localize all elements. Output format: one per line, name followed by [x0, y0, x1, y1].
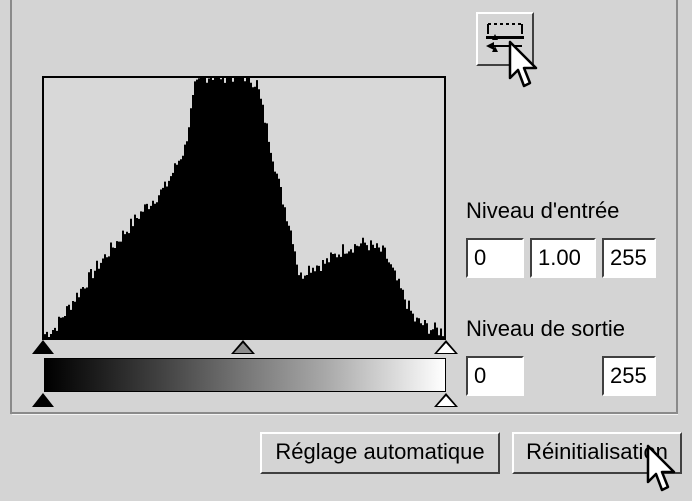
output-shadow-slider[interactable]	[32, 393, 54, 407]
histogram-fill	[44, 78, 444, 338]
output-shadow-field[interactable]: 0	[466, 356, 524, 396]
input-highlight-field[interactable]: 255	[602, 238, 656, 278]
output-highlight-field[interactable]: 255	[602, 356, 656, 396]
input-shadow-slider[interactable]	[32, 340, 54, 354]
input-level-label: Niveau d'entrée	[466, 198, 620, 223]
output-level-label: Niveau de sortie	[466, 316, 625, 341]
histogram-display	[42, 76, 446, 340]
auto-adjust-button[interactable]: Réglage automatique	[260, 432, 500, 474]
pointer-cursor-icon	[508, 40, 538, 88]
input-highlight-slider[interactable]	[434, 340, 458, 354]
panel-border-right	[676, 0, 678, 414]
panel-border-left	[10, 0, 12, 414]
input-midtone-slider[interactable]	[231, 340, 255, 354]
output-highlight-slider[interactable]	[434, 393, 458, 407]
output-gradient-bar	[44, 358, 446, 392]
pointer-cursor-icon	[646, 444, 676, 492]
input-shadow-field[interactable]: 0	[466, 238, 524, 278]
input-gamma-field[interactable]: 1.00	[530, 238, 596, 278]
panel-border-highlight	[12, 414, 678, 415]
histogram-graph	[44, 78, 444, 338]
